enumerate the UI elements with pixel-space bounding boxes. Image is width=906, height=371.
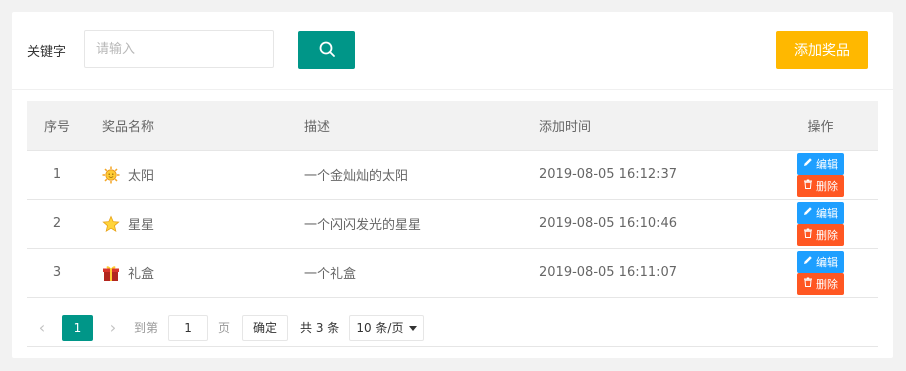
prize-name: 礼盒 <box>128 267 155 282</box>
goto-confirm-button[interactable]: 确定 <box>242 314 289 341</box>
keyword-label: 关键字 <box>27 45 67 60</box>
goto-label: 到第 <box>134 321 159 335</box>
search-input[interactable] <box>84 30 274 68</box>
table-row: 2 星星 一个闪闪发光的星星 2019-08-05 16:10:46 编辑 删除 <box>27 199 878 248</box>
prize-time: 2019-08-05 16:10:46 <box>539 216 678 231</box>
table-row: 1 太阳 一个金灿灿的太阳 2019-08-05 16:12:37 编辑 删除 <box>27 150 878 199</box>
prize-table: 序号 奖品名称 描述 添加时间 操作 1 太阳 一个金灿灿的太阳 2019-08… <box>27 101 878 298</box>
edit-button[interactable]: 编辑 <box>797 201 844 224</box>
trash-icon <box>803 277 813 290</box>
prize-desc: 一个礼盒 <box>304 267 357 282</box>
prize-name: 太阳 <box>128 169 155 184</box>
prize-desc: 一个闪闪发光的星星 <box>304 218 422 233</box>
row-index: 1 <box>52 167 62 182</box>
prev-page-icon[interactable]: ‹ <box>27 315 57 341</box>
row-index: 2 <box>52 216 62 231</box>
header-ops: 操作 <box>723 101 878 151</box>
total-count: 共 3 条 <box>300 321 340 335</box>
row-index: 3 <box>52 265 62 280</box>
header-time: 添加时间 <box>523 101 723 151</box>
delete-button[interactable]: 删除 <box>797 223 844 246</box>
prize-panel: 关键字 添加奖品 序号 奖品名称 描述 添加时间 操作 1 <box>12 12 893 358</box>
page-size-value: 10 条/页 <box>356 321 404 335</box>
pencil-icon <box>803 206 813 219</box>
trash-icon <box>803 228 813 241</box>
page-unit-label: 页 <box>218 321 231 335</box>
header-name: 奖品名称 <box>87 101 287 151</box>
prize-name: 星星 <box>128 218 155 233</box>
next-page-icon[interactable]: › <box>98 315 128 341</box>
trash-icon <box>803 179 813 192</box>
sun-icon <box>102 166 120 184</box>
search-button[interactable] <box>298 31 355 69</box>
chevron-down-icon <box>409 321 418 335</box>
prize-desc: 一个金灿灿的太阳 <box>304 169 409 184</box>
star-icon <box>102 214 120 233</box>
pencil-icon <box>803 255 813 268</box>
pencil-icon <box>803 157 813 170</box>
table-header-row: 序号 奖品名称 描述 添加时间 操作 <box>27 101 878 151</box>
header-desc: 描述 <box>287 101 523 151</box>
edit-button[interactable]: 编辑 <box>797 250 844 273</box>
delete-button[interactable]: 删除 <box>797 174 844 197</box>
prize-time: 2019-08-05 16:12:37 <box>539 167 678 182</box>
goto-page-input[interactable] <box>168 314 209 341</box>
gift-icon <box>102 264 120 282</box>
search-icon <box>318 40 336 61</box>
header-index: 序号 <box>27 101 87 151</box>
delete-button[interactable]: 删除 <box>797 272 844 295</box>
edit-button[interactable]: 编辑 <box>797 152 844 175</box>
prize-time: 2019-08-05 16:11:07 <box>539 265 678 280</box>
page-size-select[interactable]: 10 条/页 <box>349 314 425 341</box>
pagination: ‹ 1 › 到第 页 确定 共 3 条 10 条/页 <box>27 309 878 347</box>
page-button-current[interactable]: 1 <box>62 314 93 341</box>
table-row: 3 礼盒 一个礼盒 2019-08-05 16:11:07 编辑 删除 <box>27 248 878 297</box>
toolbar: 关键字 添加奖品 <box>12 12 893 90</box>
add-prize-button[interactable]: 添加奖品 <box>776 31 868 69</box>
